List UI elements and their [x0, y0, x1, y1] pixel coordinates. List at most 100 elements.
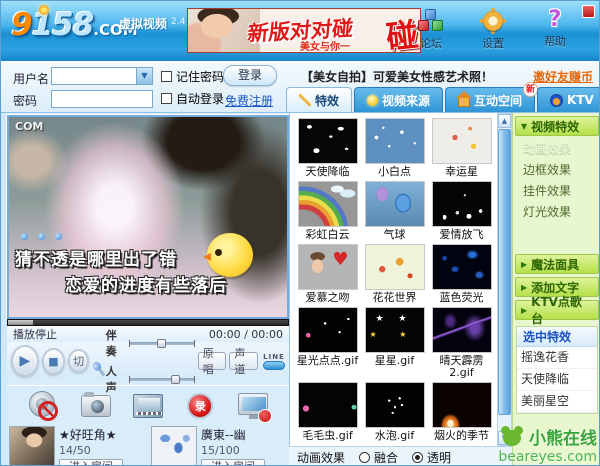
vocal-slider-thumb[interactable] — [171, 375, 180, 384]
play-button[interactable]: ▶ — [11, 345, 39, 377]
effect-item[interactable]: 彩虹白云 — [294, 181, 361, 241]
effect-thumbnail-rainbow-clouds[interactable] — [298, 181, 358, 227]
section-video-effects[interactable]: ▼ 视频特效 — [515, 116, 599, 136]
effect-thumbnail-starlight-dots[interactable] — [298, 307, 358, 353]
corner-icon[interactable] — [582, 5, 595, 18]
nav-settings[interactable]: 设置 — [473, 9, 513, 51]
scroll-up-icon[interactable]: ▲ — [498, 114, 511, 128]
register-link[interactable]: 免费注册 — [225, 92, 273, 109]
switch-button[interactable]: 切 — [68, 349, 89, 373]
sidebar-item-light-effects[interactable]: 灯光效果 — [523, 202, 600, 223]
effect-thumbnail-love-flying[interactable] — [432, 181, 492, 227]
effect-thumbnail-white-dots[interactable] — [365, 118, 425, 164]
effect-thumbnail-stars[interactable] — [365, 307, 425, 353]
effect-label: 气球 — [362, 229, 428, 241]
logo-burst-icon — [39, 5, 49, 15]
effect-item[interactable]: 小白点 — [361, 118, 428, 178]
enter-room-button[interactable]: 进入房间 — [59, 459, 123, 466]
section-ktv-playlist[interactable]: ▶ KTV点歌台 — [515, 300, 599, 320]
room-thumbnail[interactable] — [9, 426, 55, 466]
selected-effect-item[interactable]: 天使降临 — [517, 369, 597, 391]
line-toggle[interactable]: LINE — [263, 353, 285, 370]
auto-login-checkbox[interactable] — [161, 93, 172, 104]
effect-item[interactable]: 烟火的季节 — [428, 382, 495, 442]
channel-button[interactable]: 声道 — [229, 352, 258, 370]
password-input[interactable] — [51, 90, 153, 108]
effect-thumbnail-admire-kiss[interactable] — [298, 244, 358, 290]
effect-thumbnail-caterpillar[interactable] — [298, 382, 358, 428]
login-button[interactable]: 登录 — [223, 65, 277, 86]
effects-grid: 天使降临 小白点 幸运星 彩虹白云 气球 爱情放飞 爱慕之吻 花花世界 蓝色荧光… — [290, 113, 497, 445]
record-button[interactable]: 录 — [181, 389, 219, 423]
effect-item[interactable]: 气球 — [361, 181, 428, 241]
stop-button[interactable]: ■ — [42, 348, 65, 375]
accompaniment-slider-thumb[interactable] — [157, 339, 166, 348]
invite-friends-link[interactable]: 邀好友赚币 — [533, 68, 593, 85]
effect-thumbnail-flower-world[interactable] — [365, 244, 425, 290]
effect-item[interactable]: 蓝色荧光 — [428, 244, 495, 304]
effect-thumbnail-lightning[interactable] — [432, 307, 492, 353]
effect-item[interactable]: 水泡.gif — [361, 382, 428, 442]
nav-help[interactable]: ? 帮助 — [535, 9, 575, 51]
username-input[interactable]: ▼ — [51, 67, 153, 85]
effect-thumbnail-lucky-stars[interactable] — [432, 118, 492, 164]
radio-blend[interactable]: 融合 — [359, 449, 398, 466]
enter-room-button[interactable]: 进入房间 — [201, 459, 265, 466]
effect-thumbnail-angel-sparkles[interactable] — [298, 118, 358, 164]
combo-dropdown-icon[interactable]: ▼ — [136, 68, 152, 84]
video-player-panel: COM 猜不透是哪里出了错 恋爱的进度有些落后 播放停止 00:00 / 00:… — [7, 113, 289, 466]
selected-effect-item[interactable]: 摇逸花香 — [517, 347, 597, 369]
radio-blend-circle[interactable] — [359, 452, 370, 463]
effect-item[interactable]: 毛毛虫.gif — [294, 382, 361, 442]
auto-login-option[interactable]: 自动登录 — [161, 90, 224, 107]
animation-effect-label: 动画效果 — [297, 449, 345, 466]
sidebar-item-border-effects[interactable]: 边框效果 — [523, 160, 600, 181]
network-monitor-button[interactable] — [234, 389, 272, 423]
remember-password-option[interactable]: 记住密码 — [161, 68, 224, 85]
section-magic-mask[interactable]: ▶ 魔法面具 — [515, 254, 599, 274]
ad-banner[interactable]: 新版对对碰 美女与你一 碰 — [187, 8, 421, 53]
remember-checkbox[interactable] — [161, 71, 172, 82]
disable-camera-button[interactable] — [24, 389, 62, 423]
effect-thumbnail-blue-glow[interactable] — [432, 244, 492, 290]
room-item[interactable]: ★好旺角★ 14/50 进入房间 — [9, 426, 145, 466]
effect-item[interactable]: 花花世界 — [361, 244, 428, 304]
effect-item[interactable]: 星星.gif — [361, 307, 428, 379]
effect-label: 毛毛虫.gif — [295, 430, 361, 442]
login-toolbar: 用户名 ▼ 密码 记住密码 自动登录 登录 免费注册 【美女自拍】可爱美女性感艺… — [1, 61, 600, 113]
original-vocal-button[interactable]: 原唱 — [198, 352, 227, 370]
tab-effects[interactable]: 特效 — [286, 87, 352, 112]
video-frame-button[interactable] — [129, 389, 167, 423]
radio-transparent-circle[interactable] — [412, 452, 423, 463]
accompaniment-slider[interactable] — [129, 342, 195, 345]
line-toggle-bar[interactable] — [263, 361, 285, 370]
remember-label: 记住密码 — [176, 68, 224, 85]
effects-scrollbar[interactable]: ▲ ▼ — [497, 113, 512, 446]
webcam-video[interactable]: COM 猜不透是哪里出了错 恋爱的进度有些落后 — [7, 115, 289, 319]
radio-transparent[interactable]: 透明 — [412, 449, 451, 466]
sidebar-item-pendant-effects[interactable]: 挂件效果 — [523, 181, 600, 202]
nav-forum[interactable]: 论坛 — [411, 9, 451, 51]
bulb-icon — [367, 95, 378, 106]
effect-item[interactable]: 爱情放飞 — [428, 181, 495, 241]
sidebar-item-animation-effects[interactable]: 动画效果 — [523, 139, 600, 160]
radio-blend-label: 融合 — [374, 449, 398, 466]
selected-effect-item[interactable]: 美丽星空 — [517, 391, 597, 413]
effect-thumbnail-fireworks[interactable] — [432, 382, 492, 428]
tab-video-source[interactable]: 视频来源 — [354, 87, 443, 112]
vocal-slider[interactable] — [129, 378, 195, 381]
room-thumbnail[interactable] — [151, 426, 197, 466]
video-progress-bar[interactable] — [7, 319, 289, 326]
room-item[interactable]: 廣東--幽 15/100 进入房间 — [151, 426, 287, 466]
tab-ktv[interactable]: KTV — [537, 87, 600, 112]
tab-interactive-space[interactable]: 互动空间 新 — [445, 87, 535, 112]
snapshot-button[interactable] — [77, 389, 115, 423]
effect-item[interactable]: 爱慕之吻 — [294, 244, 361, 304]
effect-thumbnail-bubbles[interactable] — [365, 382, 425, 428]
effect-item[interactable]: 晴天霹雳2.gif — [428, 307, 495, 379]
scrollbar-thumb[interactable] — [498, 129, 511, 415]
effect-item[interactable]: 天使降临 — [294, 118, 361, 178]
effect-item[interactable]: 星光点点.gif — [294, 307, 361, 379]
effect-item[interactable]: 幸运星 — [428, 118, 495, 178]
effect-thumbnail-balloons[interactable] — [365, 181, 425, 227]
